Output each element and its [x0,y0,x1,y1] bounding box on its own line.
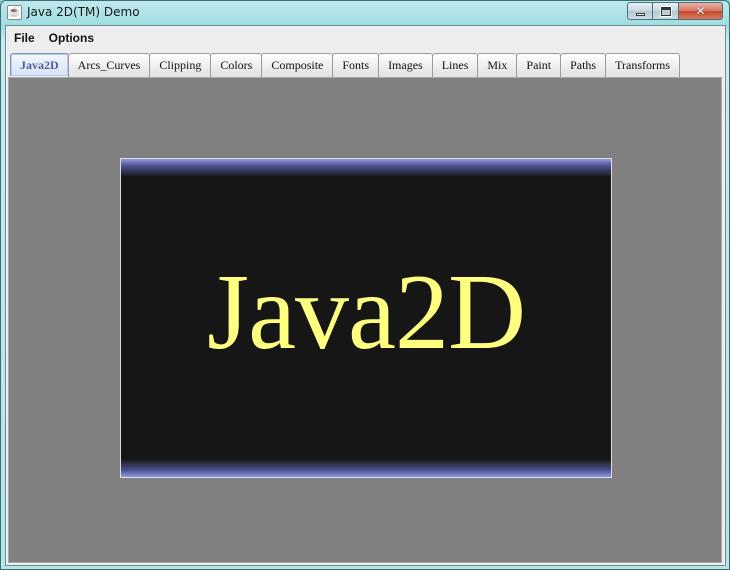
tab-paths[interactable]: Paths [560,53,607,77]
minimize-button[interactable] [627,2,653,20]
tab-transforms[interactable]: Transforms [605,53,680,77]
java2d-intro-panel: Java2D [120,158,612,478]
window-title: Java 2D(TM) Demo [27,5,140,19]
demo-tab-strip: Java2D Arcs_Curves Clipping Colors Compo… [10,52,680,77]
tab-paint[interactable]: Paint [516,53,562,77]
minimize-icon [635,12,645,16]
tab-colors[interactable]: Colors [210,53,263,77]
client-area: File Options Java2D Arcs_Curves Clipping… [5,25,726,566]
menu-options[interactable]: Options [43,26,100,50]
close-icon: ✕ [695,4,706,18]
java2d-banner-text: Java2D [207,253,526,372]
java-cup-icon[interactable]: ☕ [7,5,22,20]
menu-bar: File Options [6,26,725,50]
tab-images[interactable]: Images [378,53,433,77]
menu-file[interactable]: File [8,26,41,50]
tab-mix[interactable]: Mix [477,53,518,77]
tab-java2d[interactable]: Java2D [10,53,69,76]
tab-fonts[interactable]: Fonts [332,53,380,77]
maximize-button[interactable] [653,2,679,20]
close-button[interactable]: ✕ [679,2,723,20]
application-window: ☕ Java 2D(TM) Demo ✕ File Options Java2D… [0,0,730,570]
tab-arcs-curves[interactable]: Arcs_Curves [67,53,151,77]
panel-top-gradient [121,159,611,177]
title-bar[interactable]: ☕ Java 2D(TM) Demo ✕ [1,1,729,25]
panel-bottom-gradient [121,459,611,477]
window-controls: ✕ [627,2,723,20]
tab-clipping[interactable]: Clipping [149,53,212,77]
demo-content-area: Java2D [8,77,722,563]
tab-composite[interactable]: Composite [261,53,334,77]
maximize-icon [659,5,672,17]
tab-lines[interactable]: Lines [431,53,479,77]
